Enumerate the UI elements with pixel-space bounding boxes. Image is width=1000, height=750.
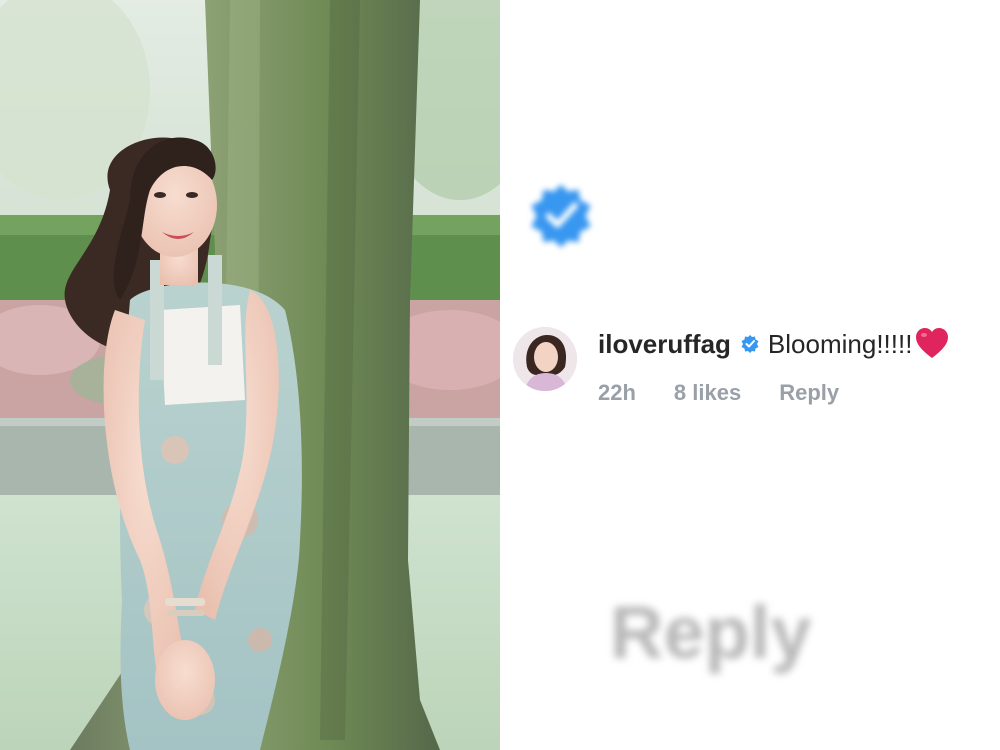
comment-reply-button[interactable]: Reply (779, 380, 839, 406)
large-verified-badge-icon (531, 184, 591, 248)
profile-photo (0, 0, 500, 750)
comment-text-row: iloveruffag Blooming!!!!! (598, 325, 950, 363)
blurred-reply-text: Reply (610, 591, 812, 674)
photo-illustration (0, 0, 500, 750)
comment-meta-row: 22h 8 likes Reply (598, 380, 877, 406)
comment-text: Blooming!!!!! (767, 328, 913, 359)
avatar[interactable] (513, 327, 577, 391)
screenshot-canvas: iloveruffag Blooming!!!!! 22h 8 likes Re… (0, 0, 1000, 750)
comment-likes-count[interactable]: 8 likes (674, 380, 741, 406)
avatar-image (513, 327, 577, 391)
verified-badge-icon (741, 335, 759, 353)
comment-timestamp: 22h (598, 380, 636, 405)
comment-panel: iloveruffag Blooming!!!!! 22h 8 likes Re… (500, 0, 1000, 750)
comment-username[interactable]: iloveruffag (598, 329, 731, 360)
heart-emoji-icon (916, 328, 949, 358)
